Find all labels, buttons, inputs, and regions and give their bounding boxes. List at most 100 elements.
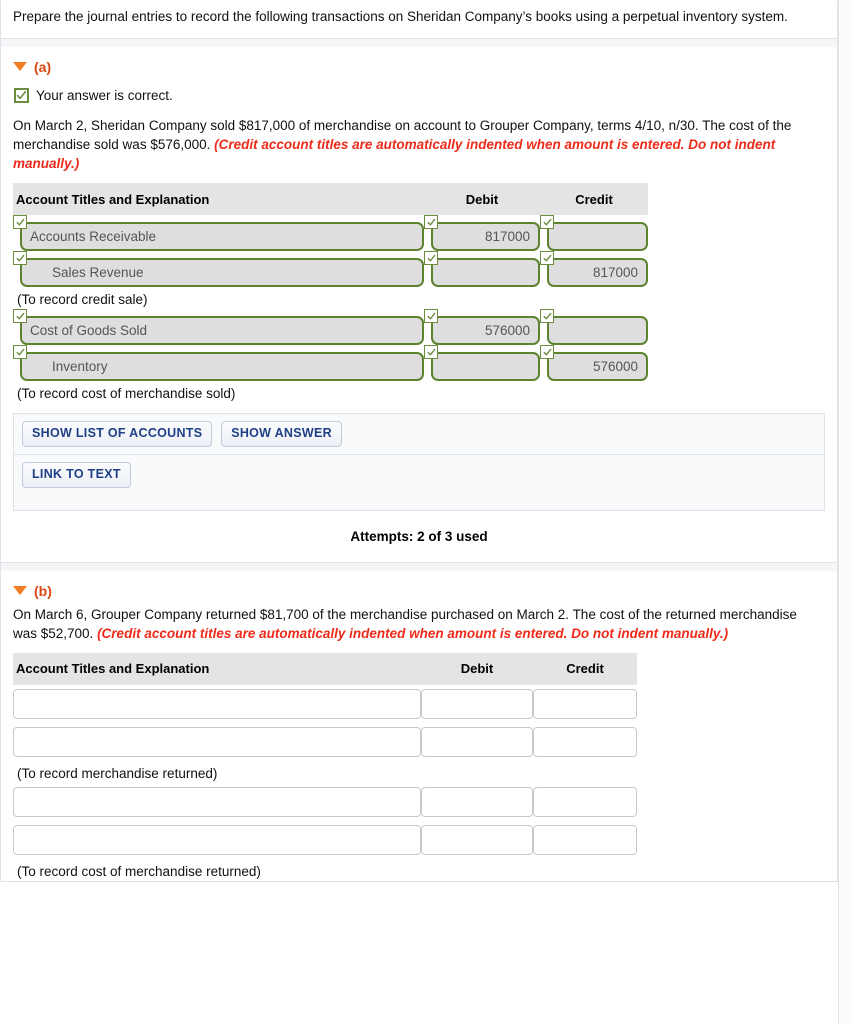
section-panel-b: (b) On March 6, Grouper Company returned… bbox=[0, 570, 838, 882]
credit-input[interactable] bbox=[533, 824, 637, 855]
debit-cell bbox=[421, 783, 533, 821]
account-cell bbox=[13, 783, 421, 821]
debit-input[interactable] bbox=[421, 688, 533, 719]
account-cell bbox=[13, 723, 421, 761]
header-account-b: Account Titles and Explanation bbox=[13, 652, 421, 685]
memo-text: (To record credit sale) bbox=[17, 292, 148, 308]
debit-cell: 817000 bbox=[424, 215, 540, 252]
section-panel-a: (a) Your answer is correct. On March 2, … bbox=[0, 46, 838, 563]
header-credit-b: Credit bbox=[533, 652, 637, 685]
account-input[interactable]: Accounts Receivable bbox=[20, 222, 424, 252]
credit-input[interactable] bbox=[533, 688, 637, 719]
section-b-header[interactable]: (b) bbox=[13, 571, 825, 605]
section-b: (b) On March 6, Grouper Company returned… bbox=[1, 571, 837, 881]
memo-row: (To record cost of merchandise returned) bbox=[13, 859, 637, 881]
triangle-down-icon[interactable] bbox=[13, 62, 27, 72]
account-input[interactable] bbox=[13, 824, 421, 855]
memo-row: (To record credit sale) bbox=[13, 287, 648, 309]
panel-gap bbox=[0, 38, 838, 47]
action-bar-secondary-a: LINK TO TEXT bbox=[13, 454, 825, 511]
show-list-of-accounts-button[interactable]: SHOW LIST OF ACCOUNTS bbox=[22, 421, 213, 447]
answer-status-a: Your answer is correct. bbox=[14, 87, 825, 103]
attempts-counter-a: Attempts: 2 of 3 used bbox=[350, 528, 488, 544]
debit-input[interactable] bbox=[421, 786, 533, 817]
account-input[interactable] bbox=[13, 786, 421, 817]
memo-row: (To record cost of merchandise sold) bbox=[13, 381, 648, 403]
question-text-b: On March 6, Grouper Company returned $81… bbox=[13, 605, 825, 643]
check-icon bbox=[13, 251, 27, 266]
debit-cell bbox=[421, 685, 533, 723]
memo-text: (To record merchandise returned) bbox=[17, 765, 218, 781]
table-row bbox=[13, 723, 637, 761]
content-column: Prepare the journal entries to record th… bbox=[0, 0, 838, 1024]
header-account-a: Account Titles and Explanation bbox=[13, 183, 424, 216]
section-b-label: (b) bbox=[34, 582, 52, 599]
debit-input[interactable]: 576000 bbox=[431, 316, 540, 346]
section-a-header[interactable]: (a) bbox=[13, 47, 825, 81]
check-icon bbox=[424, 345, 438, 360]
credit-input[interactable]: 817000 bbox=[547, 258, 648, 288]
account-input[interactable]: Inventory bbox=[20, 352, 424, 382]
debit-cell bbox=[421, 723, 533, 761]
table-row: Inventory 576000 bbox=[13, 345, 648, 382]
credit-input[interactable] bbox=[547, 222, 648, 252]
check-icon bbox=[13, 345, 27, 360]
debit-input[interactable] bbox=[421, 824, 533, 855]
triangle-down-icon[interactable] bbox=[13, 586, 27, 596]
check-icon bbox=[540, 215, 554, 230]
debit-input[interactable] bbox=[431, 258, 540, 288]
account-input[interactable] bbox=[13, 688, 421, 719]
memo-row: (To record merchandise returned) bbox=[13, 761, 637, 783]
question-prompt-panel: Prepare the journal entries to record th… bbox=[0, 0, 838, 39]
credit-input[interactable] bbox=[547, 316, 648, 346]
link-to-text-button[interactable]: LINK TO TEXT bbox=[22, 461, 131, 488]
check-icon bbox=[540, 345, 554, 360]
panel-gap bbox=[0, 562, 838, 571]
section-a-label: (a) bbox=[34, 58, 52, 75]
journal-table-b: Account Titles and Explanation Debit Cre… bbox=[13, 652, 637, 881]
credit-cell bbox=[533, 783, 637, 821]
check-icon bbox=[424, 215, 438, 230]
action-bar-primary-a: SHOW LIST OF ACCOUNTS SHOW ANSWER bbox=[13, 413, 825, 455]
section-a: (a) Your answer is correct. On March 2, … bbox=[1, 47, 837, 562]
debit-input[interactable] bbox=[431, 352, 540, 382]
credit-cell bbox=[533, 723, 637, 761]
credit-input[interactable] bbox=[533, 786, 637, 817]
check-icon bbox=[424, 251, 438, 266]
debit-input[interactable] bbox=[421, 726, 533, 757]
show-answer-button[interactable]: SHOW ANSWER bbox=[221, 421, 342, 447]
debit-cell bbox=[421, 821, 533, 859]
credit-cell bbox=[540, 215, 648, 252]
table-header-row-a: Account Titles and Explanation Debit Cre… bbox=[13, 183, 648, 216]
question-text-a: On March 2, Sheridan Company sold $817,0… bbox=[13, 116, 825, 173]
credit-cell: 817000 bbox=[540, 251, 648, 288]
account-cell: Cost of Goods Sold bbox=[13, 309, 424, 346]
table-row bbox=[13, 821, 637, 859]
debit-input[interactable]: 817000 bbox=[431, 222, 540, 252]
account-input[interactable] bbox=[13, 726, 421, 757]
check-icon bbox=[424, 309, 438, 324]
account-input[interactable]: Sales Revenue bbox=[20, 258, 424, 288]
memo-text: (To record cost of merchandise returned) bbox=[17, 863, 261, 879]
page-root: Prepare the journal entries to record th… bbox=[0, 0, 852, 1024]
credit-cell bbox=[533, 821, 637, 859]
table-row bbox=[13, 685, 637, 723]
vertical-scrollbar[interactable] bbox=[838, 0, 852, 1024]
header-credit-a: Credit bbox=[540, 183, 648, 216]
credit-input[interactable] bbox=[533, 726, 637, 757]
credit-input[interactable]: 576000 bbox=[547, 352, 648, 382]
account-cell bbox=[13, 685, 421, 723]
journal-table-a: Account Titles and Explanation Debit Cre… bbox=[13, 183, 648, 403]
account-input[interactable]: Cost of Goods Sold bbox=[20, 316, 424, 346]
table-row: Cost of Goods Sold 576000 bbox=[13, 309, 648, 346]
debit-cell: 576000 bbox=[424, 309, 540, 346]
debit-cell bbox=[424, 345, 540, 382]
header-debit-a: Debit bbox=[424, 183, 540, 216]
check-icon bbox=[14, 87, 29, 103]
credit-cell bbox=[533, 685, 637, 723]
check-icon bbox=[13, 309, 27, 324]
answer-status-text-a: Your answer is correct. bbox=[36, 87, 173, 103]
check-icon bbox=[540, 309, 554, 324]
account-cell: Inventory bbox=[13, 345, 424, 382]
check-icon bbox=[13, 215, 27, 230]
